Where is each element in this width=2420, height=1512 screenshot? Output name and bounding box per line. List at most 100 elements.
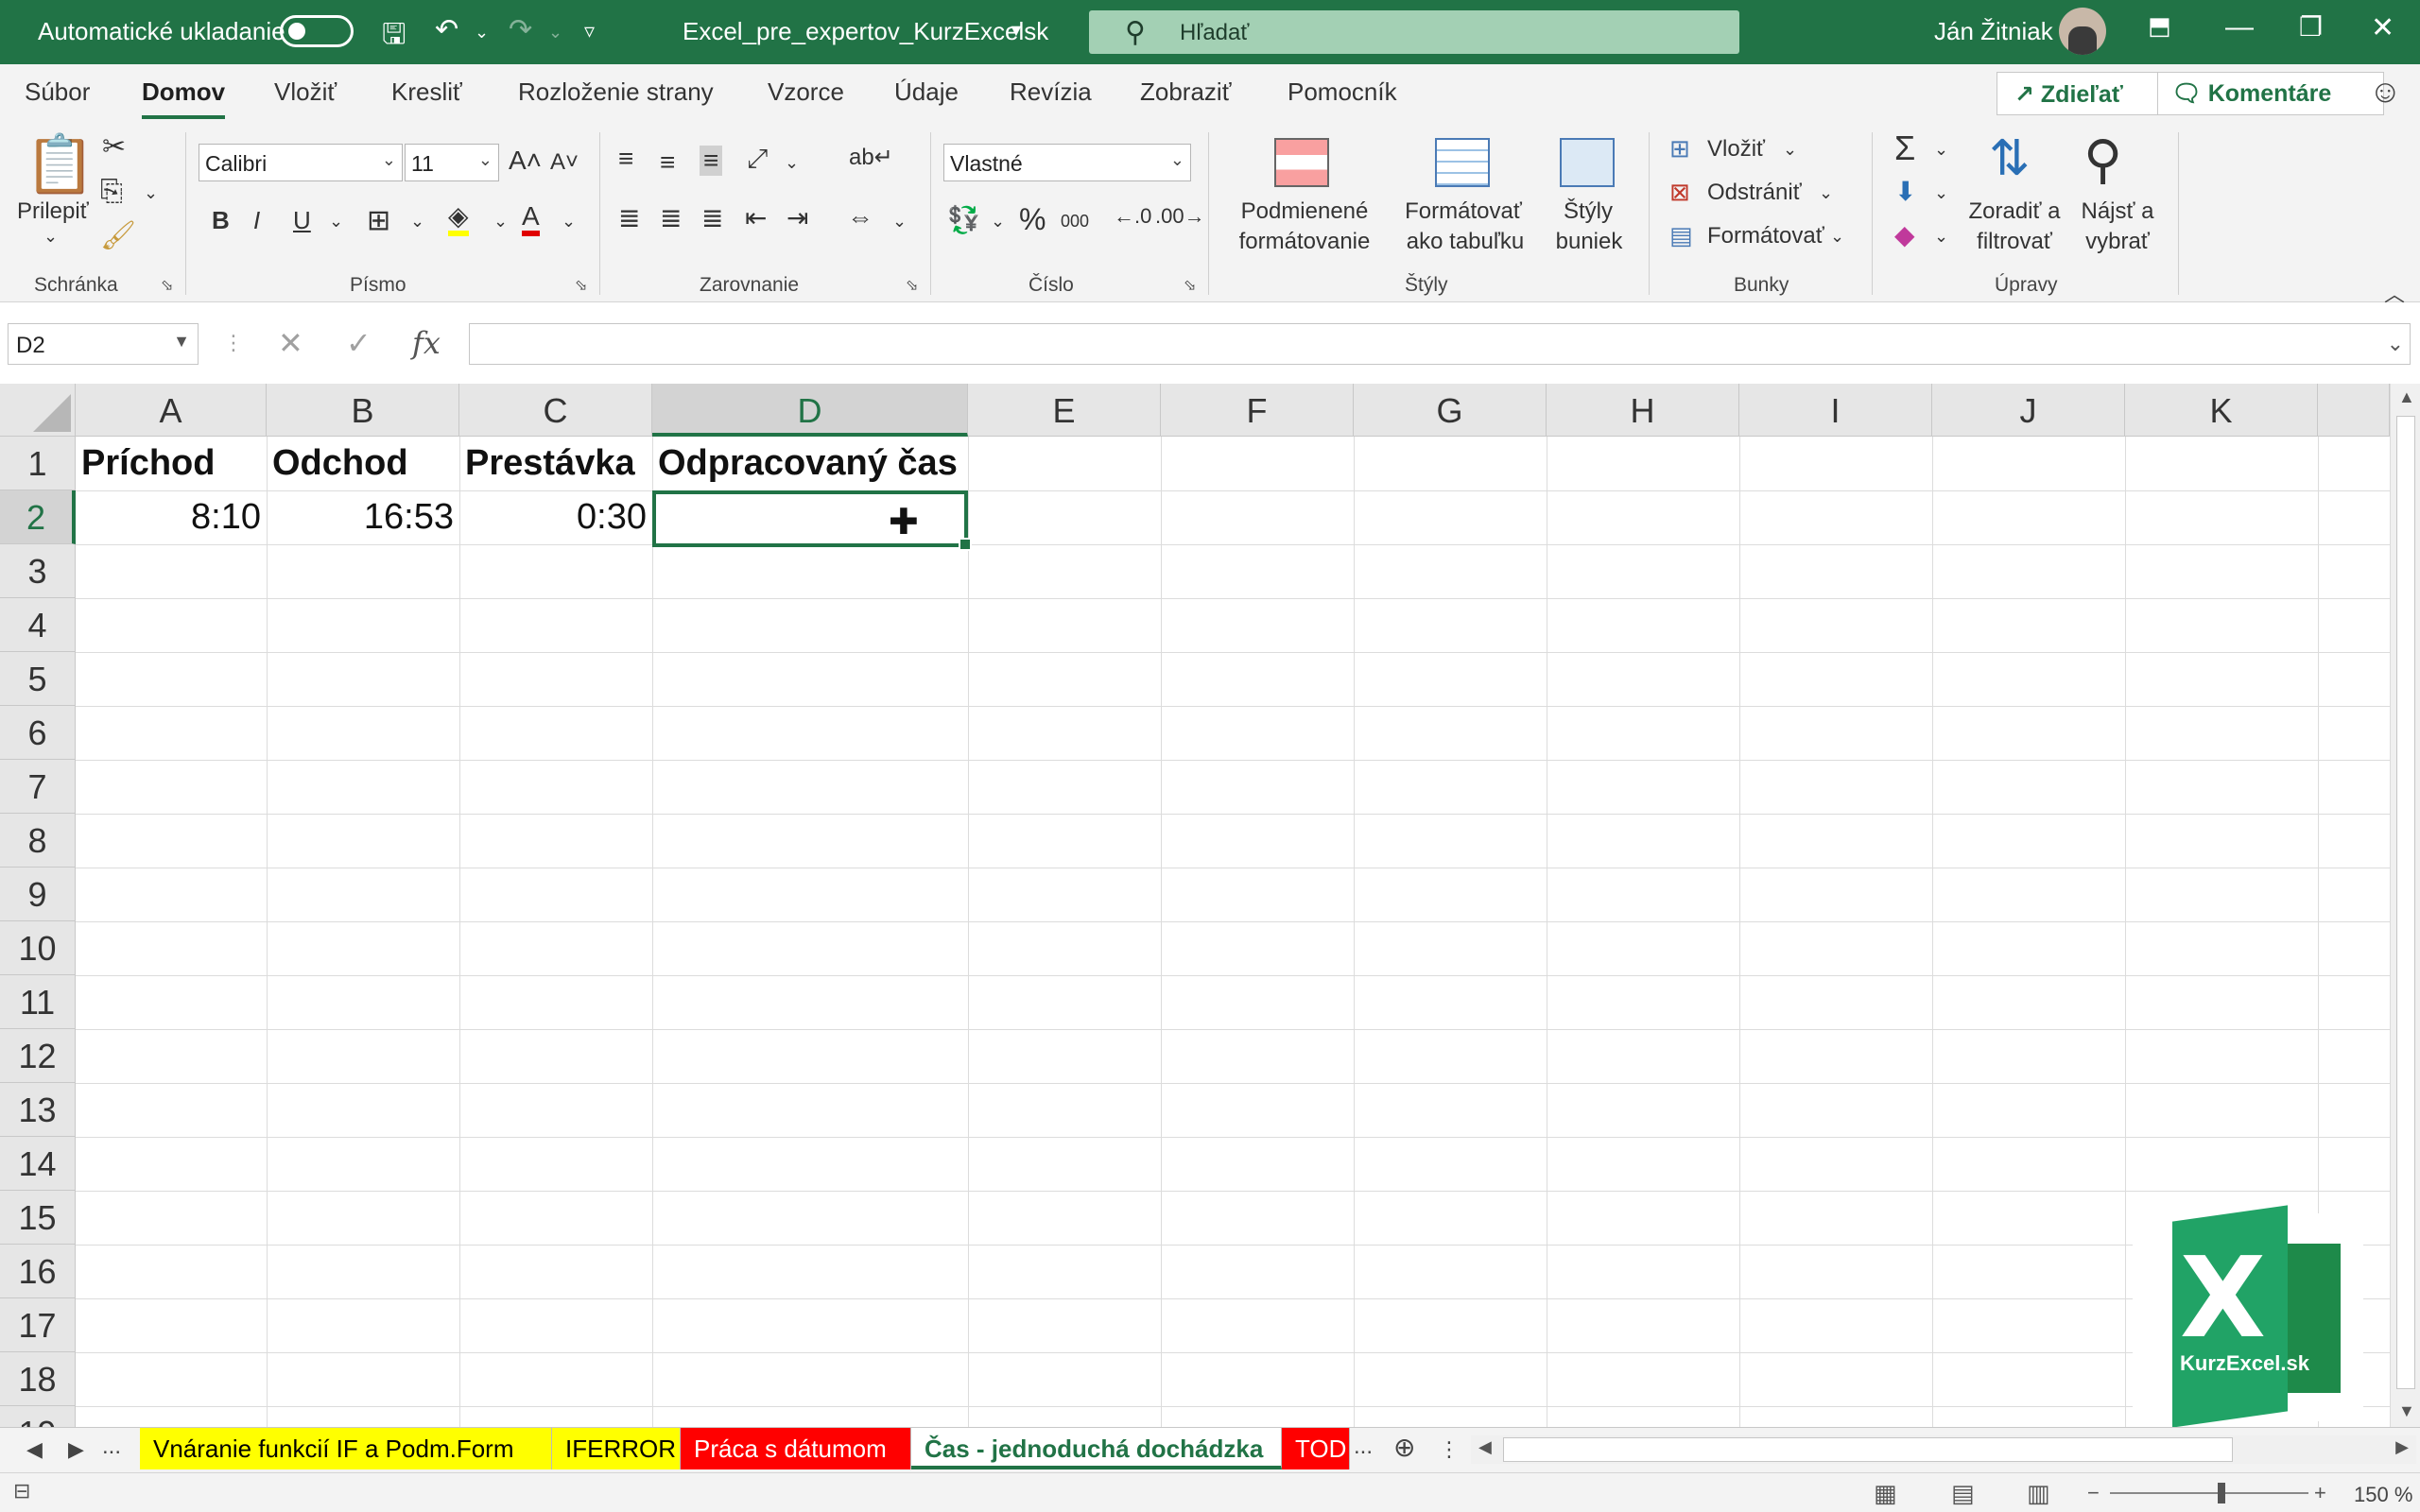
fill-icon[interactable]: ⬇	[1894, 176, 1916, 207]
column-header-d[interactable]: D	[652, 384, 968, 437]
sheet-tab-today[interactable]: TOD	[1282, 1428, 1350, 1469]
delete-cells-icon[interactable]: ⊠	[1669, 178, 1690, 207]
format-as-table-label-1[interactable]: Formátovať	[1388, 197, 1539, 227]
feedback-smiley-icon[interactable]: ☺	[2369, 74, 2402, 111]
column-header-b[interactable]: B	[267, 384, 459, 437]
conditional-formatting-label-2[interactable]: formátovanie	[1219, 227, 1390, 257]
paste-dropdown-icon[interactable]: ⌄	[43, 227, 58, 247]
italic-button[interactable]: I	[253, 206, 260, 235]
row-header-19[interactable]: 19	[0, 1406, 76, 1427]
tab-insert[interactable]: Vložiť	[274, 77, 337, 107]
column-header-e[interactable]: E	[968, 384, 1161, 437]
paste-label[interactable]: Prilepiť	[17, 197, 89, 227]
cut-icon[interactable]: ✂	[102, 130, 126, 163]
vertical-scrollbar[interactable]: ▲ ▼	[2390, 384, 2420, 1427]
format-as-table-label-2[interactable]: ako tabuľku	[1382, 227, 1548, 257]
undo-dropdown-icon[interactable]: ⌄	[475, 23, 489, 43]
prev-sheet-icon[interactable]: ◀	[26, 1437, 43, 1462]
number-format-combo[interactable]: Vlastné ⌄	[943, 144, 1191, 181]
comma-style-button[interactable]: 000	[1061, 212, 1089, 232]
row-header-4[interactable]: 4	[0, 598, 76, 652]
horizontal-scrollbar[interactable]: ◀ ▶	[1471, 1435, 2416, 1464]
sort-filter-icon[interactable]: ⇅	[1989, 130, 2031, 187]
borders-dropdown-icon[interactable]: ⌄	[410, 212, 424, 232]
cell-b1[interactable]: Odchod	[267, 437, 459, 490]
scroll-down-icon[interactable]: ▼	[2398, 1401, 2415, 1421]
autosum-dropdown-icon[interactable]: ⌄	[1934, 140, 1948, 160]
row-header-13[interactable]: 13	[0, 1083, 76, 1137]
sheet-overflow-left[interactable]: ...	[102, 1434, 121, 1460]
tab-formulas[interactable]: Vzorce	[768, 77, 844, 107]
zoom-out-icon[interactable]: −	[2087, 1481, 2100, 1505]
scroll-left-icon[interactable]: ◀	[1478, 1437, 1492, 1457]
orientation-icon[interactable]: ⤢	[747, 144, 768, 175]
macro-record-icon[interactable]: ⊟	[13, 1479, 30, 1503]
search-box[interactable]: ⚲ Hľadať	[1089, 10, 1739, 54]
next-sheet-icon[interactable]: ▶	[68, 1437, 84, 1462]
row-header-8[interactable]: 8	[0, 814, 76, 868]
row-header-5[interactable]: 5	[0, 652, 76, 706]
fill-color-dropdown-icon[interactable]: ⌄	[493, 212, 508, 232]
formula-bar-options-icon[interactable]: ⋮	[223, 331, 244, 355]
horizontal-scroll-thumb[interactable]	[1503, 1437, 2233, 1462]
find-select-label-2[interactable]: vybrať	[2070, 227, 2165, 257]
align-right-icon[interactable]: ≣	[701, 202, 723, 233]
paste-icon[interactable]: 📋	[25, 130, 95, 198]
cell-c2[interactable]: 0:30	[459, 490, 652, 544]
scroll-right-icon[interactable]: ▶	[2395, 1437, 2409, 1457]
zoom-level[interactable]: 150 %	[2354, 1483, 2412, 1507]
delete-dropdown-icon[interactable]: ⌄	[1819, 183, 1833, 203]
share-button[interactable]: ↗ Zdieľať	[1996, 72, 2163, 115]
add-sheet-icon[interactable]: ⊕	[1393, 1432, 1415, 1463]
sheet-tab-praca-s-datumom[interactable]: Práca s dátumom	[681, 1428, 911, 1469]
tab-home[interactable]: Domov	[142, 77, 226, 119]
autosum-icon[interactable]: Σ	[1894, 129, 1915, 168]
sort-filter-label-1[interactable]: Zoradiť a	[1964, 197, 2065, 227]
ribbon-display-options-icon[interactable]: ⬒	[2148, 11, 2171, 41]
column-header-a[interactable]: A	[76, 384, 267, 437]
align-top-icon[interactable]: ≡	[618, 144, 633, 174]
active-cell-selection[interactable]	[652, 490, 972, 551]
increase-decimal-icon[interactable]: ←.0	[1114, 204, 1151, 229]
cell-a2[interactable]: 8:10	[76, 490, 267, 544]
cell-b2[interactable]: 16:53	[267, 490, 459, 544]
close-icon[interactable]: ✕	[2371, 11, 2394, 44]
zoom-in-icon[interactable]: +	[2314, 1481, 2326, 1505]
conditional-formatting-label-1[interactable]: Podmienené	[1225, 197, 1384, 227]
insert-dropdown-icon[interactable]: ⌄	[1783, 140, 1797, 160]
title-dropdown-icon[interactable]: ▼	[1008, 21, 1025, 41]
row-header-10[interactable]: 10	[0, 921, 76, 975]
align-left-icon[interactable]: ≣	[618, 202, 640, 233]
accounting-format-icon[interactable]: 💱	[947, 204, 980, 235]
percent-style-button[interactable]: %	[1019, 202, 1046, 237]
decrease-font-icon[interactable]: A˅	[550, 149, 579, 176]
clear-icon[interactable]: ◆	[1894, 219, 1915, 250]
tab-split-handle[interactable]: ⋮	[1439, 1437, 1460, 1462]
fill-color-icon[interactable]: ◈	[448, 202, 469, 236]
sheet-tab-cas-dochadzka[interactable]: Čas - jednoduchá dochádzka	[911, 1428, 1282, 1469]
scroll-up-icon[interactable]: ▲	[2398, 387, 2415, 407]
formula-input[interactable]: ⌄	[469, 323, 2411, 365]
confirm-entry-icon[interactable]: ✓	[346, 325, 372, 361]
tab-data[interactable]: Údaje	[894, 77, 959, 107]
alignment-launcher-icon[interactable]: ⬂	[906, 276, 918, 295]
document-title[interactable]: Excel_pre_expertov_KurzExcelsk	[683, 17, 1048, 46]
tab-review[interactable]: Revízia	[1010, 77, 1092, 107]
decrease-indent-icon[interactable]: ⇤	[745, 202, 767, 233]
align-center-icon[interactable]: ≣	[660, 202, 682, 233]
cell-styles-label-1[interactable]: Štýly	[1550, 197, 1626, 227]
clipboard-launcher-icon[interactable]: ⬂	[161, 276, 173, 295]
avatar[interactable]	[2059, 8, 2106, 55]
minimize-icon[interactable]: —	[2225, 11, 2254, 43]
page-layout-view-icon[interactable]: ▤	[1951, 1479, 1975, 1508]
font-size-combo[interactable]: 11 ⌄	[405, 144, 499, 181]
copy-icon[interactable]: ⎘	[100, 176, 123, 208]
format-as-table-icon[interactable]	[1435, 138, 1490, 187]
format-painter-icon[interactable]: 🖌	[100, 219, 136, 252]
sort-filter-label-2[interactable]: filtrovať	[1959, 227, 2070, 257]
orientation-dropdown-icon[interactable]: ⌄	[785, 153, 799, 173]
format-cells-icon[interactable]: ▤	[1669, 221, 1693, 250]
row-header-18[interactable]: 18	[0, 1352, 76, 1406]
select-all-button[interactable]	[0, 384, 76, 437]
clear-dropdown-icon[interactable]: ⌄	[1934, 227, 1948, 247]
